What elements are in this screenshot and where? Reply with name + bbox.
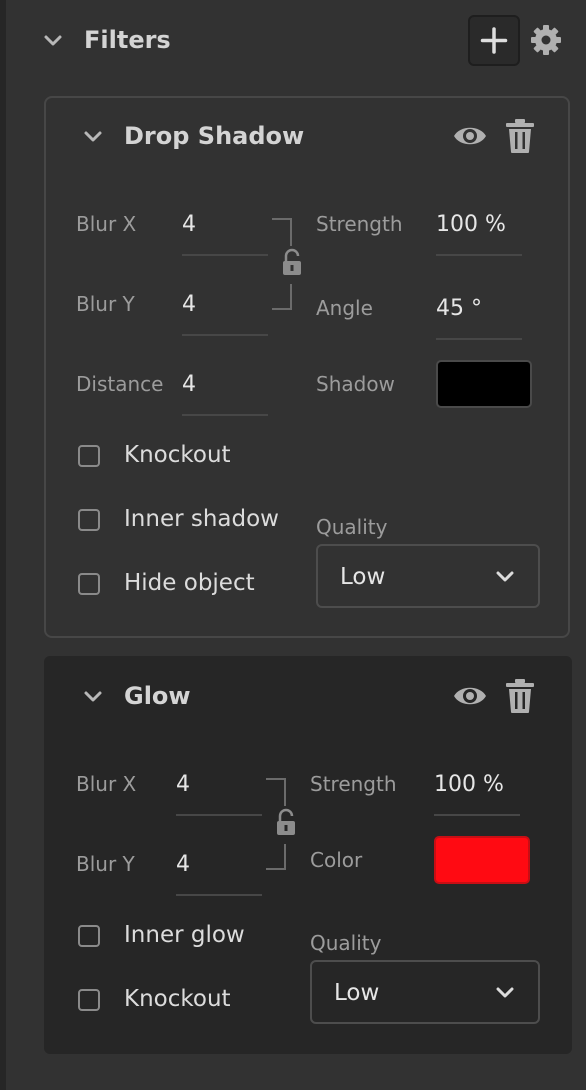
ds-strength-value: 100 % [436,212,506,237]
chevron-down-icon [44,35,62,46]
drop-shadow-title: Drop Shadow [124,122,305,150]
glow-delete-button[interactable] [504,677,536,719]
glow-inner-glow-label: Inner glow [124,922,245,948]
glow-visibility-toggle[interactable] [452,680,488,716]
glow-blur-x-value: 4 [176,772,190,797]
glow-blur-y-input[interactable]: 4 [176,848,262,896]
drop-shadow-visibility-toggle[interactable] [452,120,488,156]
ds-shadow-color-swatch[interactable] [436,360,532,408]
add-filter-button[interactable] [468,15,520,66]
chevron-down-icon [84,131,102,142]
glow-strength-underline [434,814,520,816]
trash-icon [506,679,534,713]
ds-shadow-label: Shadow [316,372,395,396]
drop-shadow-collapse-toggle[interactable] [82,126,104,152]
glow-blur-y-underline [176,894,262,896]
glow-knockout-label: Knockout [124,986,231,1012]
ds-distance-value: 4 [182,372,196,397]
ds-distance-underline [182,414,268,416]
eye-icon [454,687,486,705]
glow-strength-label: Strength [310,772,397,796]
chevron-down-icon [496,987,514,998]
glow-knockout-checkbox[interactable] [78,989,100,1011]
ds-blur-x-label: Blur X [76,212,137,236]
ds-blur-y-label: Blur Y [76,292,135,316]
glow-blur-lock-button[interactable] [274,806,298,844]
eye-icon [454,127,486,145]
glow-blur-x-label: Blur X [76,772,137,796]
filters-collapse-toggle[interactable] [42,30,64,56]
glow-quality-label: Quality [310,931,382,955]
left-edge-bar [0,0,6,1090]
glow-title: Glow [124,682,191,710]
filters-title: Filters [84,26,171,54]
ds-distance-input[interactable]: 4 [182,368,268,416]
ds-angle-underline [436,338,522,340]
glow-color-label: Color [310,848,363,872]
glow-blur-x-underline [176,814,262,816]
filter-settings-button[interactable] [528,22,564,62]
glow-quality-select[interactable]: Low [310,960,540,1024]
ds-blur-x-value: 4 [182,212,196,237]
glow-blur-y-label: Blur Y [76,852,135,876]
ds-strength-underline [436,254,522,256]
ds-quality-value: Low [340,564,386,590]
ds-quality-label: Quality [316,515,388,539]
ds-distance-label: Distance [76,372,164,396]
lock-icon [277,808,295,835]
ds-blur-x-input[interactable]: 4 [182,208,268,256]
glow-blur-x-input[interactable]: 4 [176,768,262,816]
drop-shadow-delete-button[interactable] [504,117,536,159]
chevron-down-icon [496,571,514,582]
ds-hide-object-checkbox[interactable] [78,573,100,595]
chevron-down-icon [84,691,102,702]
ds-knockout-checkbox[interactable] [78,445,100,467]
plus-icon [480,27,508,54]
ds-inner-shadow-label: Inner shadow [124,506,279,532]
ds-angle-label: Angle [316,296,373,320]
lock-icon [283,248,301,275]
ds-angle-input[interactable]: 45 ° [436,292,522,340]
glow-quality-value: Low [334,980,380,1006]
ds-knockout-label: Knockout [124,442,231,468]
ds-strength-input[interactable]: 100 % [436,208,522,256]
ds-hide-object-label: Hide object [124,570,255,596]
glow-color-swatch[interactable] [434,836,530,884]
trash-icon [506,119,534,153]
glow-inner-glow-checkbox[interactable] [78,925,100,947]
glow-collapse-toggle[interactable] [82,686,104,712]
ds-blur-lock-button[interactable] [280,246,304,284]
glow-blur-y-value: 4 [176,852,190,877]
ds-blur-y-value: 4 [182,292,196,317]
ds-blur-y-input[interactable]: 4 [182,288,268,336]
ds-angle-value: 45 ° [436,296,482,321]
ds-blur-y-underline [182,334,268,336]
ds-blur-x-underline [182,254,268,256]
glow-strength-input[interactable]: 100 % [434,768,520,816]
gear-icon [531,25,561,55]
glow-strength-value: 100 % [434,772,504,797]
ds-quality-select[interactable]: Low [316,544,540,608]
ds-strength-label: Strength [316,212,403,236]
ds-inner-shadow-checkbox[interactable] [78,509,100,531]
